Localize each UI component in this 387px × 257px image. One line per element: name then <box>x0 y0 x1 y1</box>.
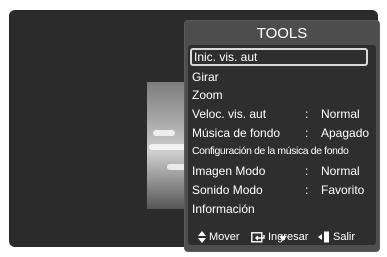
tools-footer-hints: Mover Ingresar Salir <box>185 226 379 248</box>
tools-title: TOOLS <box>256 25 308 42</box>
menu-item-separator: : <box>305 183 309 197</box>
menu-item-value: Favorito <box>321 183 365 197</box>
menu-item-value: Normal <box>321 164 360 178</box>
up-down-arrow-icon <box>198 231 206 243</box>
menu-item-label: Configuración de la música de fondo <box>192 146 349 157</box>
menu-item-inic-vis-aut[interactable]: Inic. vis. aut <box>190 48 368 66</box>
menu-item-value: Apagado <box>321 126 370 140</box>
menu-item-label: Veloc. vis. aut <box>192 107 267 121</box>
hint-move-label: Mover <box>209 231 240 243</box>
menu-item-label: Información <box>192 202 255 216</box>
tools-menu-list: Inic. vis. aut Girar Zoom Veloc. vis. au… <box>188 45 376 245</box>
exit-icon <box>318 231 329 243</box>
hint-move: Mover <box>198 226 240 248</box>
menu-item-separator: : <box>305 126 309 140</box>
menu-item-label: Música de fondo <box>192 126 281 140</box>
menu-item-label: Sonido Modo <box>192 183 263 197</box>
menu-item-separator: : <box>305 107 309 121</box>
tools-menu: TOOLS Inic. vis. aut Girar Zoom Veloc. v… <box>184 20 380 252</box>
hint-exit: Salir <box>318 226 355 248</box>
hint-exit-label: Salir <box>333 231 356 243</box>
menu-item-label: Girar <box>192 70 219 84</box>
menu-item-separator: : <box>305 164 309 178</box>
menu-item-label: Inic. vis. aut <box>194 50 258 64</box>
hint-enter: Ingresar <box>251 226 308 248</box>
menu-item-value: Normal <box>321 107 360 121</box>
enter-icon <box>251 231 265 243</box>
menu-item-label: Imagen Modo <box>192 164 266 178</box>
hint-enter-label: Ingresar <box>268 231 309 243</box>
menu-item-label: Zoom <box>192 88 223 102</box>
